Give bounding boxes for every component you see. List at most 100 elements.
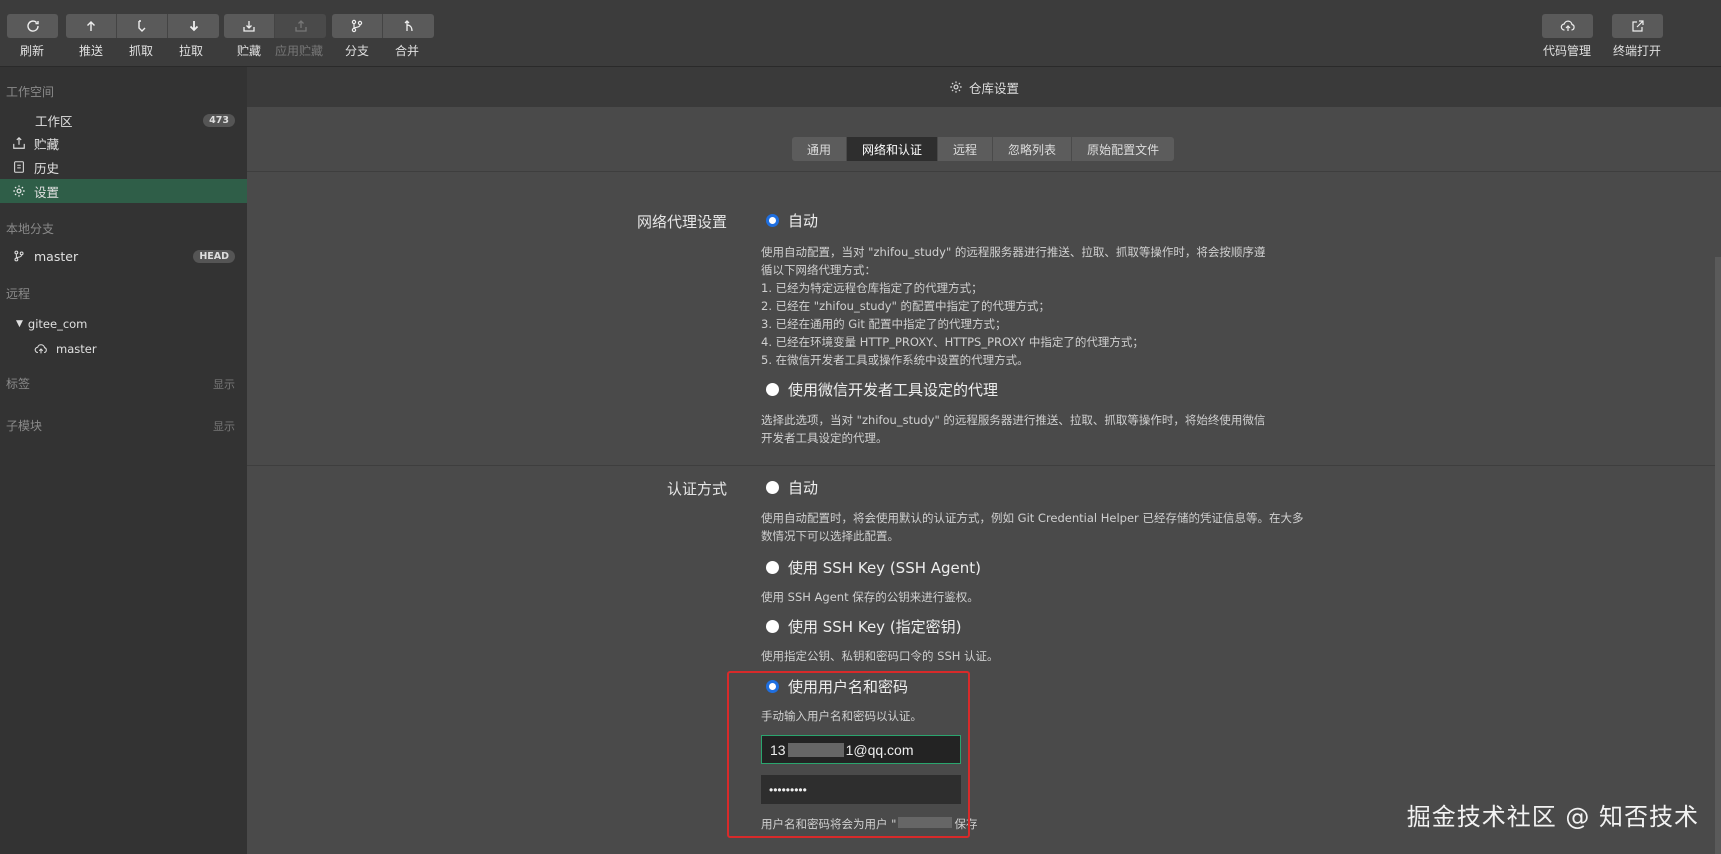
radio-unchecked-icon bbox=[766, 481, 779, 494]
description-line: 3. 已经在通用的 Git 配置中指定了的代理方式； bbox=[761, 317, 1007, 331]
push-button[interactable] bbox=[66, 14, 117, 38]
watermark: 掘金技术社区 @ 知否技术 bbox=[1406, 803, 1699, 831]
remote-section-title: 远程 bbox=[6, 287, 31, 301]
sidebar-item-remote-master[interactable]: master bbox=[0, 337, 247, 361]
auth-auto-radio[interactable]: 自动 bbox=[766, 477, 818, 498]
sidebar-item-label: 工作区 bbox=[35, 113, 73, 129]
description-line: 1. 已经为特定远程仓库指定了的代理方式； bbox=[761, 281, 983, 295]
description-line: 使用自动配置时，将会使用默认的认证方式，例如 Git Credential He… bbox=[761, 511, 1304, 525]
page-header: 仓库设置 bbox=[247, 67, 1721, 107]
auth-ssh-key-description: 使用指定公钥、私钥和密码口令的 SSH 认证。 bbox=[761, 649, 999, 663]
stash-icon bbox=[13, 136, 25, 149]
stash-icon bbox=[243, 21, 255, 32]
radio-checked-icon bbox=[766, 214, 779, 227]
gear-icon bbox=[950, 81, 962, 93]
auth-ssh-agent-description: 使用 SSH Agent 保存的公钥来进行鉴权。 bbox=[761, 590, 979, 604]
sidebar-item-label: master bbox=[56, 342, 97, 356]
apply-stash-icon bbox=[294, 20, 307, 32]
proxy-auto-description: 使用自动配置，当对 "zhifou_study" 的远程服务器进行推送、拉取、抓… bbox=[761, 243, 1265, 369]
branch-icon bbox=[14, 250, 24, 262]
stash-group bbox=[224, 14, 326, 38]
radio-label: 使用 SSH Key (SSH Agent) bbox=[788, 559, 982, 577]
sidebar-item-settings[interactable]: 设置 bbox=[0, 179, 247, 203]
proxy-label: 网络代理设置 bbox=[636, 213, 727, 231]
settings-panel: 仓库设置 通用 网络和认证 远程 忽略列表 原始配置文件 网络代理设置 自动 使… bbox=[247, 67, 1721, 854]
stash-button[interactable] bbox=[224, 14, 275, 38]
cloud-upload-icon bbox=[1560, 20, 1575, 31]
tags-section-title: 标签 bbox=[6, 377, 31, 391]
terminal-group bbox=[1612, 14, 1663, 38]
sidebar-item-history[interactable]: 历史 bbox=[0, 155, 247, 179]
terminal-open-label: 终端打开 bbox=[1612, 44, 1661, 58]
description-line: 循以下网络代理方式： bbox=[761, 263, 876, 277]
radio-label: 使用 SSH Key (指定密钥) bbox=[788, 618, 962, 636]
description-line: 使用自动配置，当对 "zhifou_study" 的远程服务器进行推送、拉取、抓… bbox=[761, 245, 1266, 259]
workspace-count-badge: 473 bbox=[203, 113, 235, 127]
settings-tabs: 通用 网络和认证 远程 忽略列表 原始配置文件 bbox=[792, 137, 1175, 161]
auth-auto-description: 使用自动配置时，将会使用默认的认证方式，例如 Git Credential He… bbox=[761, 509, 1303, 545]
sidebar-item-branch-master[interactable]: master HEAD bbox=[0, 244, 247, 268]
code-manage-group bbox=[1542, 14, 1593, 38]
sidebar-item-label: master bbox=[34, 248, 79, 264]
sidebar-item-label: gitee_com bbox=[27, 317, 88, 331]
sidebar-item-label: 历史 bbox=[34, 160, 60, 176]
radio-label: 自动 bbox=[788, 479, 819, 497]
proxy-wechat-radio[interactable]: 使用微信开发者工具设定的代理 bbox=[766, 379, 998, 400]
radio-label: 自动 bbox=[788, 212, 819, 230]
proxy-wechat-description: 选择此选项，当对 "zhifou_study" 的远程服务器进行推送、拉取、抓取… bbox=[761, 411, 1265, 447]
pull-label: 拉取 bbox=[178, 44, 203, 58]
divider bbox=[247, 465, 1721, 466]
refresh-group bbox=[7, 14, 58, 38]
pull-icon bbox=[189, 21, 198, 32]
code-manage-button[interactable] bbox=[1542, 14, 1593, 38]
sidebar-item-label: 贮藏 bbox=[34, 136, 60, 152]
cloud-branch-icon bbox=[34, 344, 47, 354]
merge-icon bbox=[404, 20, 413, 32]
sidebar-item-label: 设置 bbox=[34, 184, 60, 200]
head-badge: HEAD bbox=[193, 249, 235, 263]
pull-button[interactable] bbox=[168, 14, 219, 38]
external-link-icon bbox=[1631, 20, 1644, 32]
submodules-show-toggle[interactable]: 显示 bbox=[213, 418, 235, 434]
branch-button[interactable] bbox=[332, 14, 383, 38]
radio-unchecked-icon bbox=[766, 383, 779, 396]
toolbar: 刷新 推送 抓取 拉取 贮藏 应用贮藏 分支 合并 代码管理 终端打开 bbox=[0, 0, 1721, 67]
highlight-box bbox=[727, 671, 970, 838]
sync-group bbox=[66, 14, 219, 38]
code-manage-label: 代码管理 bbox=[1542, 44, 1591, 58]
divider bbox=[247, 171, 1721, 172]
tab-general[interactable]: 通用 bbox=[792, 137, 848, 161]
fetch-button[interactable] bbox=[117, 14, 168, 38]
apply-stash-label: 应用贮藏 bbox=[274, 44, 323, 58]
history-icon bbox=[14, 161, 24, 173]
scrollbar[interactable] bbox=[1715, 257, 1721, 854]
push-icon bbox=[87, 21, 95, 31]
tab-remote[interactable]: 远程 bbox=[938, 137, 994, 161]
workspace-section-title: 工作空间 bbox=[6, 85, 55, 99]
tab-raw-config[interactable]: 原始配置文件 bbox=[1072, 137, 1175, 161]
description-line: 4. 已经在环境变量 HTTP_PROXY、HTTPS_PROXY 中指定了的代… bbox=[761, 335, 1144, 349]
refresh-button[interactable] bbox=[7, 14, 58, 38]
tab-network-auth[interactable]: 网络和认证 bbox=[847, 137, 939, 161]
description-line: 2. 已经在 "zhifou_study" 的配置中指定了的代理方式； bbox=[761, 299, 1051, 313]
tab-ignore-list[interactable]: 忽略列表 bbox=[993, 137, 1073, 161]
local-branches-title: 本地分支 bbox=[6, 222, 55, 236]
proxy-auto-radio[interactable]: 自动 bbox=[766, 210, 818, 231]
radio-label: 使用微信开发者工具设定的代理 bbox=[788, 381, 999, 399]
branch-icon bbox=[351, 19, 363, 33]
sidebar-item-stash[interactable]: 贮藏 bbox=[0, 131, 247, 155]
apply-stash-button[interactable] bbox=[275, 14, 326, 38]
auth-ssh-key-radio[interactable]: 使用 SSH Key (指定密钥) bbox=[766, 616, 962, 637]
auth-ssh-agent-radio[interactable]: 使用 SSH Key (SSH Agent) bbox=[766, 557, 981, 578]
description-line: 开发者工具设定的代理。 bbox=[761, 431, 888, 445]
merge-button[interactable] bbox=[383, 14, 434, 38]
tags-show-toggle[interactable]: 显示 bbox=[213, 376, 235, 392]
sidebar-item-remote-gitee[interactable]: ▼ gitee_com bbox=[0, 312, 247, 336]
auth-label: 认证方式 bbox=[666, 480, 727, 498]
sidebar-item-workspace[interactable]: 工作区 473 bbox=[0, 108, 247, 132]
terminal-open-button[interactable] bbox=[1612, 14, 1663, 38]
fetch-icon bbox=[138, 20, 146, 32]
refresh-label: 刷新 bbox=[19, 44, 44, 58]
description-line: 5. 在微信开发者工具或操作系统中设置的代理方式。 bbox=[761, 353, 1029, 367]
merge-label: 合并 bbox=[394, 44, 419, 58]
